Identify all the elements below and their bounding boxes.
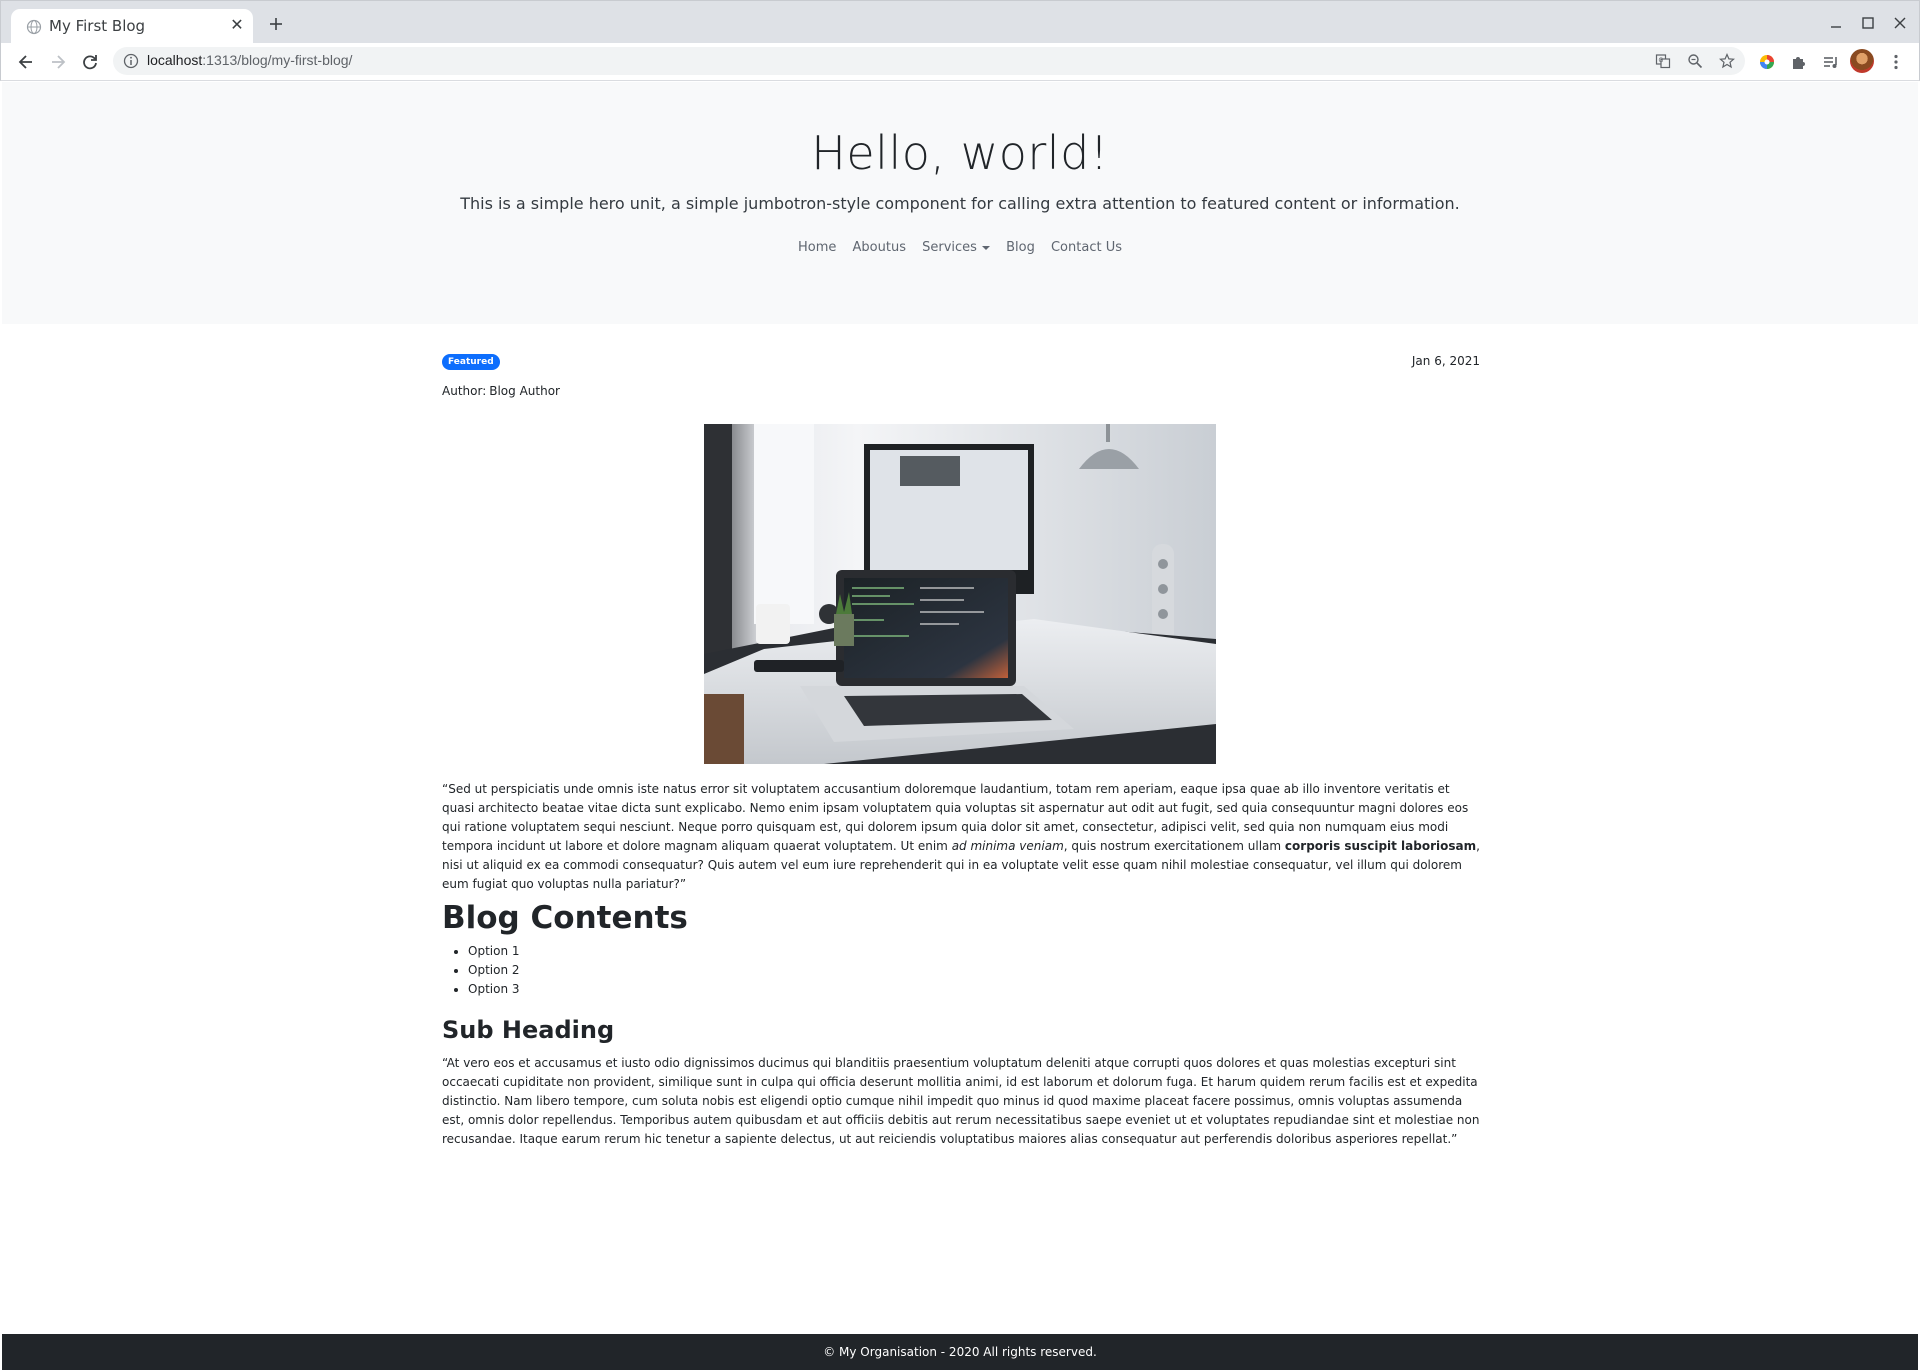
main-nav: Home Aboutus Services Blog Contact Us xyxy=(2,240,1918,255)
forward-icon[interactable] xyxy=(48,52,68,72)
post-paragraph-2: “At vero eos et accusamus et iusto odio … xyxy=(442,1056,1480,1146)
globe-icon xyxy=(26,19,42,35)
list-item: Option 2 xyxy=(468,961,520,980)
nav-item-services-label: Services xyxy=(922,240,977,255)
url-text: localhost:1313/blog/my-first-blog/ xyxy=(147,52,353,68)
nav-item-home[interactable]: Home xyxy=(792,240,842,255)
caret-down-icon xyxy=(981,245,990,250)
nav-item-aboutus[interactable]: Aboutus xyxy=(847,240,912,255)
post-date: Jan 6, 2021 xyxy=(1411,354,1480,368)
nav-item-services[interactable]: Services xyxy=(916,240,996,255)
post-author: Author: Blog Author xyxy=(442,384,560,398)
post-content: Featured Jan 6, 2021 Author:Blog Author xyxy=(442,352,1480,1146)
bookmark-star-icon[interactable] xyxy=(1719,53,1735,69)
blog-contents-heading: Blog Contents xyxy=(442,900,688,936)
hero-lead: This is a simple hero unit, a simple jum… xyxy=(460,194,1460,213)
para1-text-b: , quis nostrum exercitationem ullam xyxy=(1063,839,1285,853)
web-page: Hello, world! This is a simple hero unit… xyxy=(2,82,1918,1370)
para1-emphasis: ad minima veniam xyxy=(951,839,1064,853)
browser-tab[interactable]: My First Blog ✕ xyxy=(11,9,253,44)
para1-strong: corporis suscipit laboriosam xyxy=(1284,839,1477,853)
post-paragraph-1: “Sed ut perspiciatis unde omnis iste nat… xyxy=(442,780,1480,894)
svg-text:G: G xyxy=(1659,57,1664,64)
media-queue-icon[interactable] xyxy=(1821,52,1841,72)
reload-icon[interactable] xyxy=(80,52,100,72)
list-item: Option 3 xyxy=(468,980,520,999)
zoom-icon[interactable] xyxy=(1687,53,1703,69)
maximize-icon[interactable] xyxy=(1859,14,1877,32)
translate-icon[interactable]: G xyxy=(1655,53,1671,69)
option-list: Option 1 Option 2 Option 3 xyxy=(468,942,520,999)
post-image xyxy=(704,424,1216,764)
close-icon[interactable]: ✕ xyxy=(227,15,247,35)
post-meta: Featured Jan 6, 2021 xyxy=(442,352,1480,376)
featured-badge: Featured xyxy=(442,354,500,370)
tab-title: My First Blog xyxy=(49,17,146,35)
nav-item-contact[interactable]: Contact Us xyxy=(1045,240,1128,255)
extensions-puzzle-icon[interactable] xyxy=(1789,52,1809,72)
sub-heading: Sub Heading xyxy=(442,1016,615,1044)
window-close-icon[interactable] xyxy=(1891,14,1909,32)
minimize-icon[interactable] xyxy=(1827,14,1845,32)
author-label: Author: xyxy=(442,384,487,398)
hero-title: Hello, world! xyxy=(811,126,1109,180)
page-footer: © My Organisation - 2020 All rights rese… xyxy=(2,1334,1918,1370)
info-icon[interactable] xyxy=(123,53,139,69)
hero-section: Hello, world! This is a simple hero unit… xyxy=(2,82,1918,324)
profile-avatar[interactable] xyxy=(1850,49,1874,73)
new-tab-icon[interactable] xyxy=(265,13,287,35)
back-icon[interactable] xyxy=(16,52,36,72)
browser-tabstrip: My First Blog ✕ xyxy=(0,0,1920,44)
menu-kebab-icon[interactable] xyxy=(1886,52,1906,72)
browser-toolbar: localhost:1313/blog/my-first-blog/ G xyxy=(0,43,1920,81)
list-item: Option 1 xyxy=(468,942,520,961)
address-bar[interactable]: localhost:1313/blog/my-first-blog/ G xyxy=(113,47,1745,75)
color-extension-icon[interactable] xyxy=(1757,52,1777,72)
author-name: Blog Author xyxy=(489,384,560,398)
nav-item-blog[interactable]: Blog xyxy=(1000,240,1041,255)
